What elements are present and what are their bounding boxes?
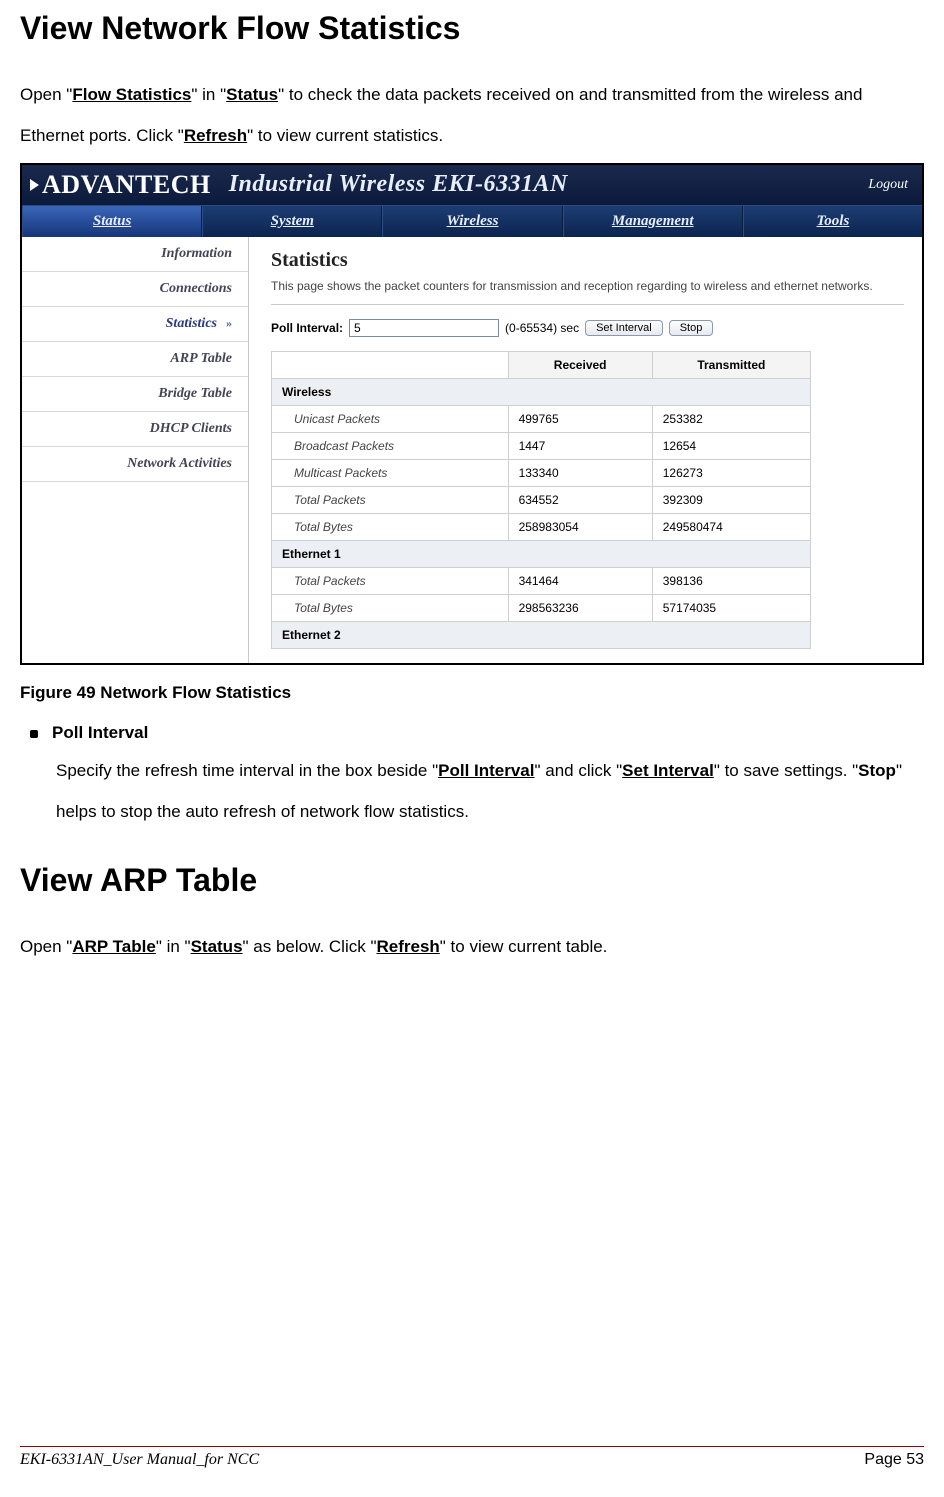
- footer-page-number: Page 53: [864, 1451, 924, 1469]
- sidebar-item-arp-table[interactable]: ARP Table: [22, 342, 248, 377]
- divider: [271, 304, 904, 305]
- tab-wireless[interactable]: Wireless: [382, 206, 562, 237]
- section1-intro: Open "Flow Statistics" in "Status" to ch…: [20, 75, 924, 157]
- tab-tools[interactable]: Tools: [743, 206, 922, 237]
- col-empty: [272, 351, 509, 378]
- logout-link[interactable]: Logout: [868, 177, 922, 193]
- tab-status[interactable]: Status: [22, 206, 202, 237]
- brand-logo: ADVANTECH: [22, 170, 221, 200]
- sidebar-item-information[interactable]: Information: [22, 237, 248, 272]
- statistics-table: Received Transmitted WirelessUnicast Pac…: [271, 351, 811, 649]
- tab-management[interactable]: Management: [563, 206, 743, 237]
- footer-doc-title: EKI-6331AN_User Manual_for NCC: [20, 1451, 259, 1469]
- section-heading-1: View Network Flow Statistics: [20, 10, 924, 47]
- table-row: Total Packets634552392309: [272, 486, 811, 513]
- set-interval-button[interactable]: Set Interval: [585, 320, 663, 336]
- poll-range-text: (0-65534) sec: [505, 321, 579, 335]
- poll-interval-label: Poll Interval:: [271, 321, 343, 335]
- main-tabs: Status System Wireless Management Tools: [22, 205, 922, 237]
- chevron-right-icon: »: [223, 316, 232, 330]
- col-transmitted: Transmitted: [652, 351, 810, 378]
- poll-interval-row: Poll Interval: (0-65534) sec Set Interva…: [271, 319, 904, 337]
- sidebar: Information Connections Statistics » ARP…: [22, 237, 248, 663]
- bullet-icon: [30, 730, 38, 738]
- bullet-poll-interval: Poll Interval: [30, 723, 924, 743]
- table-row: Total Bytes29856323657174035: [272, 594, 811, 621]
- panel-description: This page shows the packet counters for …: [271, 278, 904, 294]
- table-row: Total Packets341464398136: [272, 567, 811, 594]
- sidebar-item-network-activities[interactable]: Network Activities: [22, 447, 248, 482]
- logo-triangle-icon: [30, 179, 39, 191]
- sidebar-item-dhcp-clients[interactable]: DHCP Clients: [22, 412, 248, 447]
- table-row: Total Bytes258983054249580474: [272, 513, 811, 540]
- router-header: ADVANTECH Industrial Wireless EKI-6331AN…: [22, 165, 922, 205]
- table-group: Ethernet 1: [272, 540, 811, 567]
- sidebar-item-bridge-table[interactable]: Bridge Table: [22, 377, 248, 412]
- table-group: Ethernet 2: [272, 621, 811, 648]
- table-row: Broadcast Packets144712654: [272, 432, 811, 459]
- col-received: Received: [508, 351, 652, 378]
- tab-system[interactable]: System: [202, 206, 382, 237]
- page-footer: EKI-6331AN_User Manual_for NCC Page 53: [20, 1446, 924, 1469]
- stop-button[interactable]: Stop: [669, 320, 714, 336]
- main-panel: Statistics This page shows the packet co…: [248, 237, 922, 663]
- sidebar-item-connections[interactable]: Connections: [22, 272, 248, 307]
- sidebar-item-statistics[interactable]: Statistics »: [22, 307, 248, 342]
- table-row: Unicast Packets499765253382: [272, 405, 811, 432]
- section-heading-2: View ARP Table: [20, 862, 924, 899]
- figure-caption: Figure 49 Network Flow Statistics: [20, 683, 924, 703]
- poll-interval-input[interactable]: [349, 319, 499, 337]
- bullet-body: Specify the refresh time interval in the…: [56, 751, 924, 833]
- router-ui-screenshot: ADVANTECH Industrial Wireless EKI-6331AN…: [20, 163, 924, 665]
- panel-title: Statistics: [271, 249, 904, 272]
- table-group: Wireless: [272, 378, 811, 405]
- bullet-title: Poll Interval: [52, 723, 148, 743]
- product-title: Industrial Wireless EKI-6331AN: [221, 171, 869, 198]
- table-row: Multicast Packets133340126273: [272, 459, 811, 486]
- section2-intro: Open "ARP Table" in "Status" as below. C…: [20, 927, 924, 968]
